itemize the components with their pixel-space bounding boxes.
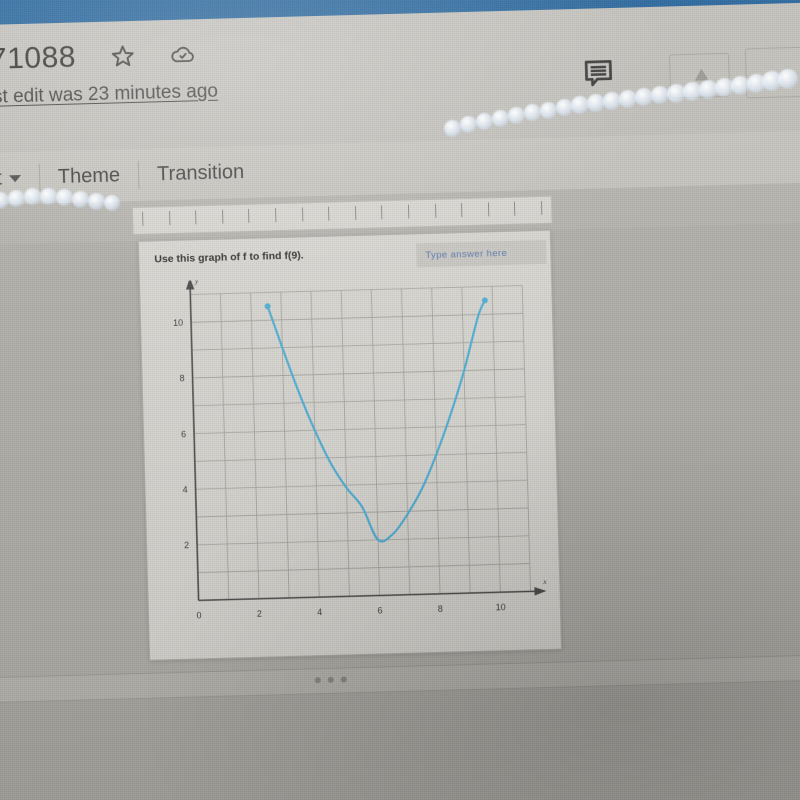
x-axis	[198, 590, 537, 602]
ruler-tick	[461, 203, 463, 218]
y-tick-label: 4	[182, 485, 187, 495]
present-icon	[694, 68, 709, 81]
gridline-vertical	[370, 289, 381, 596]
x-axis-label: x	[542, 577, 547, 586]
slide-canvas: Use this graph of f to find f(9). Type a…	[0, 221, 800, 800]
gridline-vertical	[521, 285, 531, 592]
star-icon[interactable]	[110, 43, 137, 70]
gridline-horizontal	[194, 451, 527, 462]
gridline-vertical	[340, 290, 350, 597]
x-tick-label: 2	[257, 609, 262, 619]
app-header: 371088 Last edit was 23 minutes ago	[0, 1, 800, 154]
ruler-tick	[168, 211, 171, 226]
gridline-vertical	[401, 288, 411, 595]
y-axis-label: y	[194, 276, 199, 285]
present-button[interactable]	[668, 52, 731, 99]
last-edit-status[interactable]: Last edit was 23 minutes ago	[0, 81, 218, 110]
cloud-saved-icon[interactable]	[170, 41, 197, 68]
answer-placeholder-text: Type answer here	[425, 247, 508, 261]
page-title[interactable]: 371088	[0, 41, 76, 78]
share-button[interactable]	[744, 46, 800, 99]
ruler-tick	[274, 208, 277, 223]
gridline-horizontal	[192, 368, 525, 379]
ruler-tick	[301, 207, 303, 222]
gridline-horizontal	[197, 535, 529, 546]
gridline-horizontal	[193, 396, 526, 407]
y-axis-arrow	[185, 277, 195, 290]
function-graph: x y 0 2 4 6 8 10 2 4 6 8 10	[150, 271, 555, 652]
slide-question-text: Use this graph of f to find f(9).	[154, 249, 304, 266]
document-title-row: 371088	[0, 37, 196, 77]
slide[interactable]: Use this graph of f to find f(9). Type a…	[137, 229, 563, 661]
gridline-vertical	[310, 291, 320, 598]
ruler-tick	[195, 210, 197, 225]
gridline-vertical	[431, 287, 441, 594]
x-axis-arrow	[534, 587, 547, 596]
gridline-horizontal	[191, 340, 524, 351]
ruler-tick	[514, 201, 516, 216]
ruler-tick	[248, 208, 250, 223]
y-tick-label: 2	[184, 540, 189, 550]
gridline-horizontal	[190, 285, 523, 295]
x-tick-label: 10	[496, 602, 506, 612]
y-tick-label: 10	[173, 318, 183, 328]
gridline-vertical	[220, 293, 230, 600]
screen-surface: 371088 Last edit was 23 minutes ago out …	[0, 0, 800, 800]
gridline-vertical	[461, 287, 471, 594]
gridline-vertical	[280, 292, 290, 598]
graph-svg: x y 0 2 4 6 8 10 2 4 6 8 10	[173, 276, 547, 620]
comment-bubble-icon[interactable]	[581, 56, 616, 91]
x-tick-label: 8	[438, 604, 443, 614]
horizontal-ruler[interactable]	[131, 195, 553, 236]
toolbar-transition-button[interactable]: Transition	[139, 160, 263, 186]
ruler-tick	[540, 200, 543, 215]
ruler-tick	[354, 205, 357, 221]
curve-f	[266, 299, 486, 543]
gridline-vertical	[250, 292, 260, 599]
ruler-tick	[221, 209, 224, 224]
ruler-tick	[328, 206, 330, 221]
ruler-tick	[381, 205, 383, 220]
x-tick-label: 4	[317, 607, 322, 617]
x-tick-label: 0	[196, 610, 201, 620]
curve-endpoint-dot	[264, 303, 271, 310]
notes-dots[interactable]	[314, 676, 347, 684]
x-tick-label: 6	[377, 605, 382, 615]
ruler-tick	[142, 211, 144, 226]
gridline-horizontal	[194, 424, 526, 434]
gridline-horizontal	[191, 312, 523, 323]
dot	[340, 676, 347, 683]
ruler-tick	[434, 203, 436, 218]
dot	[314, 677, 321, 684]
dot	[327, 676, 334, 683]
ruler-tick	[407, 204, 410, 219]
toolbar-layout-menu[interactable]: out	[0, 166, 39, 191]
gridline-horizontal	[197, 563, 530, 573]
photo-of-screen: 371088 Last edit was 23 minutes ago out …	[0, 0, 800, 800]
gridline-horizontal	[195, 479, 528, 490]
gridline-vertical	[491, 286, 501, 593]
toolbar-theme-button[interactable]: Theme	[40, 163, 139, 189]
ruler-tick	[487, 202, 490, 217]
answer-input-box[interactable]: Type answer here	[416, 239, 547, 268]
toolbar-layout-label: out	[0, 167, 3, 190]
y-tick-label: 8	[179, 373, 184, 383]
chevron-down-icon	[8, 174, 22, 183]
y-tick-label: 6	[181, 429, 186, 439]
y-axis	[189, 286, 200, 601]
